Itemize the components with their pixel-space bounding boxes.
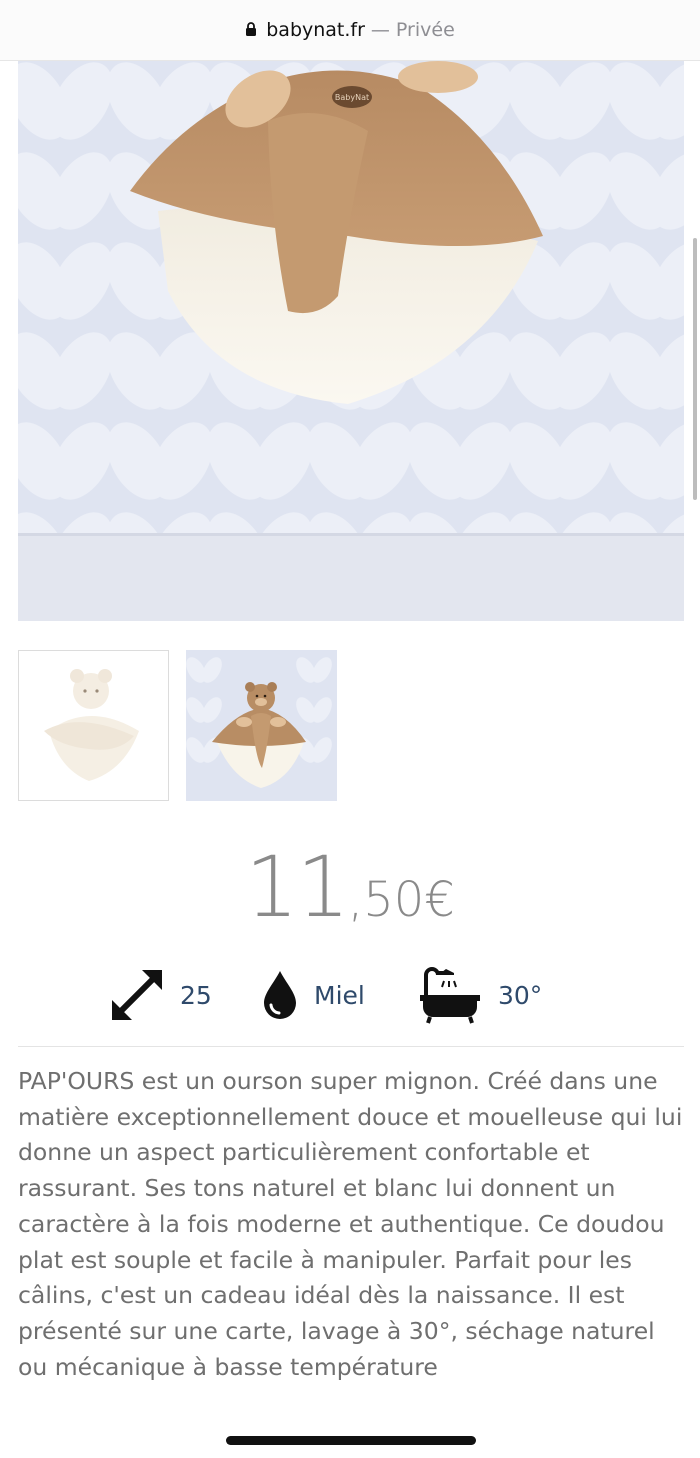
address-separator: — [370,19,390,41]
product-thumbnail-1[interactable] [18,650,169,801]
address-bar[interactable]: babynat.fr — Privée [0,0,700,61]
product-badge-text: BabyNat [335,93,369,102]
price-decimal: ,50€ [348,872,455,928]
resize-arrows-icon [112,970,162,1020]
drop-icon [264,971,296,1019]
lock-icon [246,22,257,36]
scrollbar[interactable] [693,238,697,500]
address-domain: babynat.fr [266,19,365,41]
product-main-image[interactable]: BabyNat [18,61,684,621]
wash-temperature-value: 30° [498,980,543,1010]
bathtub-icon [420,967,480,1024]
size-attribute: 25 [110,960,212,1030]
wash-attribute: 30° [418,960,542,1030]
divider [18,1046,684,1047]
private-mode-label: Privée [395,19,455,41]
home-indicator[interactable] [226,1436,476,1445]
price-integer: 11 [245,838,350,936]
color-attribute: Miel [262,960,365,1030]
product-description: PAP'OURS est un ourson super mignon. Cré… [18,1067,683,1381]
size-value: 25 [180,980,212,1010]
product-price: 11,50€ [0,838,700,936]
color-value: Miel [314,980,365,1010]
product-thumbnail-2[interactable] [186,650,337,801]
